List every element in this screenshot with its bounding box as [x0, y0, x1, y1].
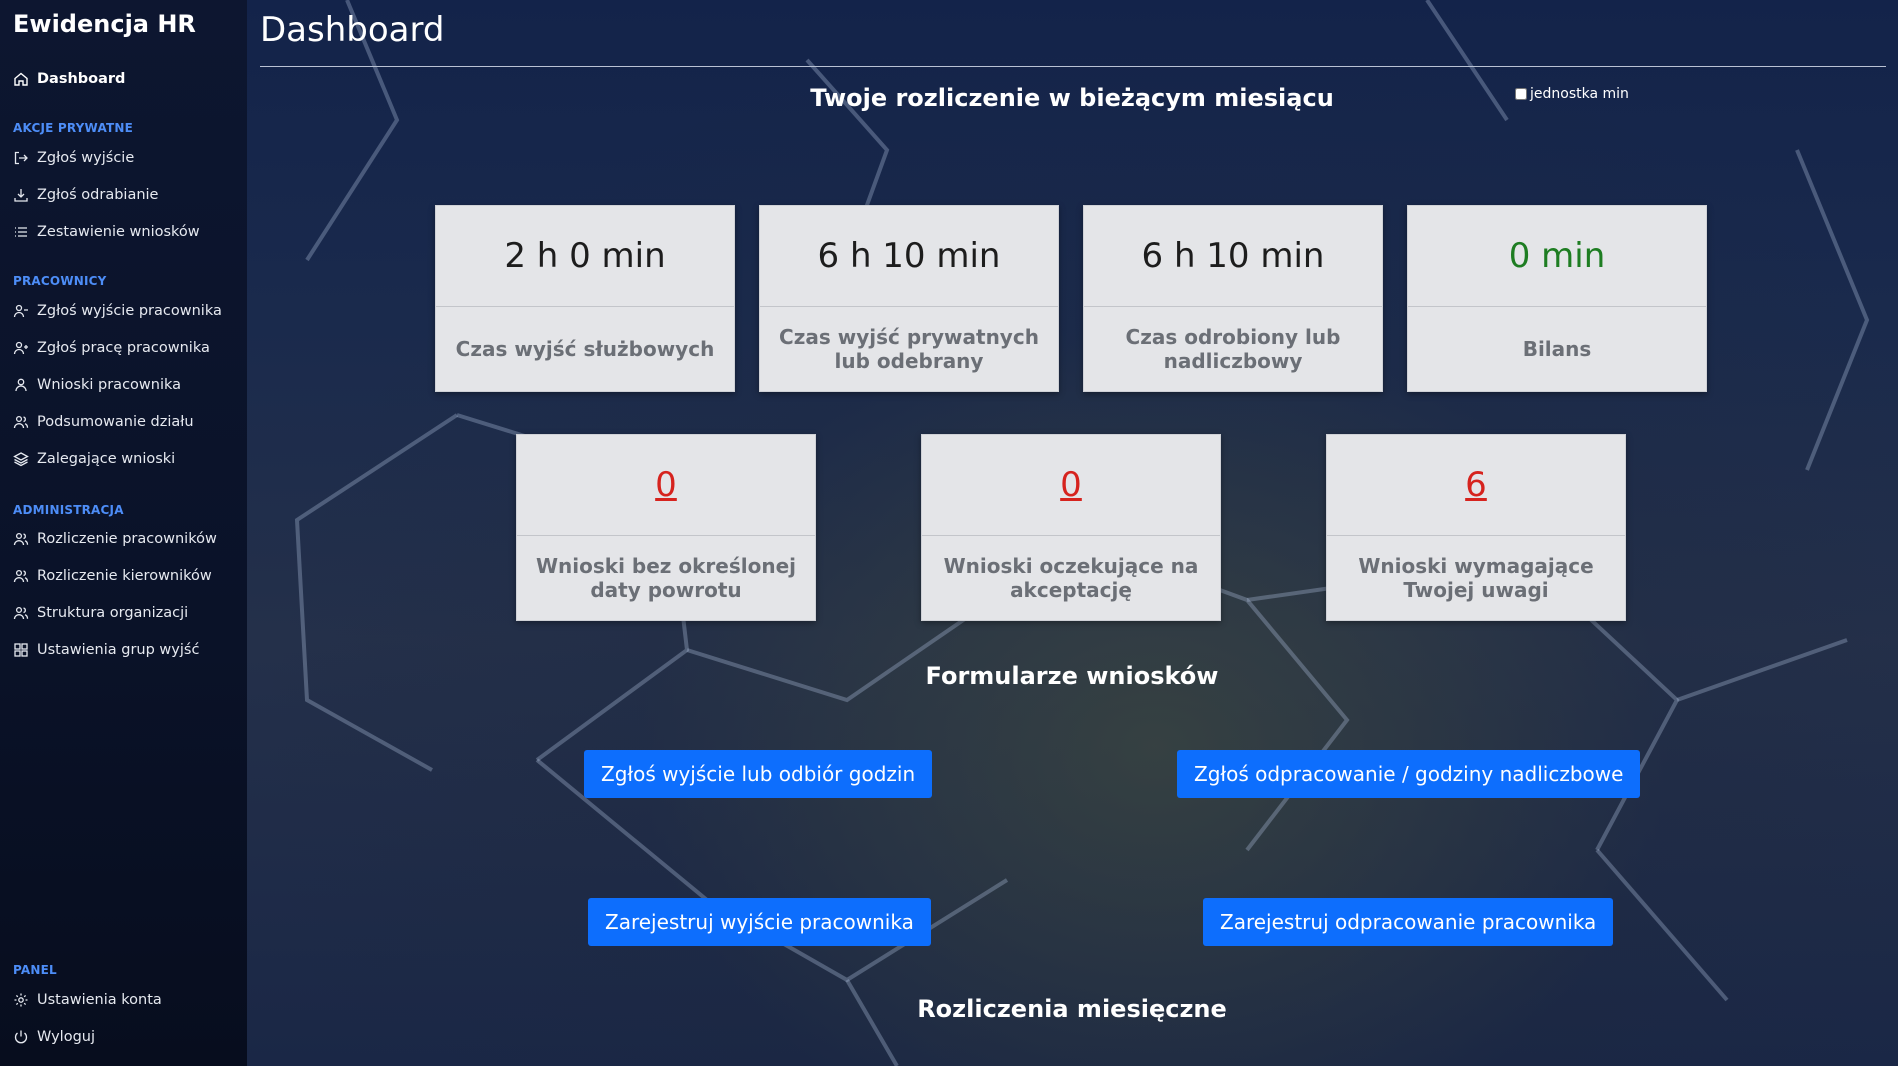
users-icon — [13, 606, 29, 620]
card-value: 2 h 0 min — [436, 206, 734, 307]
sidebar-item-report-exit[interactable]: Zgłoś wyjście — [13, 150, 134, 166]
sidebar-item-label: Wyloguj — [37, 1029, 95, 1045]
gear-icon — [14, 993, 28, 1007]
users-icon — [13, 415, 29, 429]
users-icon — [13, 532, 29, 546]
sidebar-item-label: Zgłoś odrabianie — [37, 187, 159, 203]
user-plus-icon — [13, 341, 28, 355]
sidebar-item-label: Dashboard — [37, 71, 126, 87]
sidebar-item-label: Zalegające wnioski — [37, 451, 176, 467]
main-content: Dashboard Twoje rozliczenie w bieżącym m… — [247, 0, 1898, 1066]
summary-card-private-exits: 6 h 10 min Czas wyjść prywatnych lub ode… — [759, 205, 1059, 392]
sidebar: Ewidencja HR Dashboard AKCJE PRYWATNE Zg… — [0, 0, 247, 1066]
list-icon — [15, 227, 27, 237]
section-label-admin: ADMINISTRACJA — [13, 503, 124, 517]
sidebar-item-requests-summary[interactable]: Zestawienie wniosków — [13, 224, 200, 240]
sidebar-item-dashboard[interactable]: Dashboard — [13, 71, 125, 87]
sidebar-item-label: Ustawienia grup wyjść — [37, 642, 200, 658]
sidebar-item-manager-settlements[interactable]: Rozliczenie kierowników — [13, 568, 212, 584]
summary-card-overtime: 6 h 10 min Czas odrobiony lub nadliczbow… — [1083, 205, 1383, 392]
card-value: 0 min — [1408, 206, 1706, 307]
sidebar-item-label: Zgłoś pracę pracownika — [37, 340, 210, 356]
sidebar-item-account-settings[interactable]: Ustawienia konta — [13, 992, 162, 1008]
sidebar-item-report-employee-exit[interactable]: Zgłoś wyjście pracownika — [13, 303, 222, 319]
sidebar-item-label: Ustawienia konta — [37, 992, 162, 1008]
sidebar-item-label: Rozliczenie kierowników — [37, 568, 212, 584]
card-label: Bilans — [1522, 337, 1592, 361]
home-icon — [14, 72, 28, 86]
card-label: Wnioski bez określonej daty powrotu — [535, 554, 797, 602]
unit-checkbox[interactable] — [1515, 88, 1527, 100]
sidebar-item-label: Zgłoś wyjście — [37, 150, 135, 166]
sidebar-item-label: Rozliczenie pracowników — [37, 531, 217, 547]
sidebar-item-label: Podsumowanie działu — [37, 414, 194, 430]
sidebar-item-label: Zestawienie wniosków — [37, 224, 200, 240]
unit-toggle[interactable]: jednostka min — [1515, 86, 1629, 102]
layers-icon — [13, 452, 29, 467]
card-label: Wnioski oczekujące na akceptację — [943, 554, 1199, 602]
sidebar-item-logout[interactable]: Wyloguj — [13, 1029, 95, 1045]
summary-card-balance: 0 min Bilans — [1407, 205, 1707, 392]
card-value: 0 — [517, 435, 815, 536]
count-link[interactable]: 0 — [655, 465, 677, 505]
card-value: 6 — [1327, 435, 1625, 536]
count-link[interactable]: 0 — [1060, 465, 1082, 505]
report-exit-button[interactable]: Zgłoś wyjście lub odbiór godzin — [584, 750, 933, 798]
request-card-awaiting-acceptance: 0 Wnioski oczekujące na akceptację — [921, 434, 1221, 621]
card-value: 0 — [922, 435, 1220, 536]
request-card-no-return-date: 0 Wnioski bez określonej daty powrotu — [516, 434, 816, 621]
sidebar-item-report-employee-work[interactable]: Zgłoś pracę pracownika — [13, 340, 210, 356]
page-title: Dashboard — [260, 10, 445, 50]
section-label-panel: PANEL — [13, 963, 57, 977]
exit-icon — [14, 151, 28, 165]
card-value: 6 h 10 min — [760, 206, 1058, 307]
card-label: Czas wyjść prywatnych lub odebrany — [779, 325, 1039, 373]
card-label: Wnioski wymagające Twojej uwagi — [1358, 554, 1594, 602]
user-minus-icon — [13, 304, 28, 318]
users-icon — [13, 569, 29, 583]
card-value: 6 h 10 min — [1084, 206, 1382, 307]
grid-icon — [14, 643, 28, 657]
card-label: Czas wyjść służbowych — [455, 337, 715, 361]
sidebar-item-exit-group-settings[interactable]: Ustawienia grup wyjść — [13, 642, 199, 658]
unit-toggle-label: jednostka min — [1530, 86, 1629, 102]
download-icon — [14, 189, 28, 202]
forms-heading: Formularze wniosków — [925, 662, 1219, 690]
register-employee-exit-button[interactable]: Zarejestruj wyjście pracownika — [588, 898, 931, 946]
register-employee-work-button[interactable]: Zarejestruj odpracowanie pracownika — [1203, 898, 1614, 946]
title-divider — [260, 66, 1886, 67]
section-label-private: AKCJE PRYWATNE — [13, 121, 134, 135]
monthly-heading: Rozliczenia miesięczne — [917, 995, 1227, 1023]
power-icon — [14, 1030, 28, 1044]
summary-heading: Twoje rozliczenie w bieżącym miesiącu — [810, 84, 1334, 112]
sidebar-item-pending-requests[interactable]: Zalegające wnioski — [13, 451, 175, 467]
request-card-requires-attention: 6 Wnioski wymagające Twojej uwagi — [1326, 434, 1626, 621]
app-brand[interactable]: Ewidencja HR — [13, 10, 196, 38]
card-label: Czas odrobiony lub nadliczbowy — [1125, 325, 1341, 373]
sidebar-item-org-structure[interactable]: Struktura organizacji — [13, 605, 188, 621]
sidebar-item-department-summary[interactable]: Podsumowanie działu — [13, 414, 194, 430]
sidebar-item-employee-settlements[interactable]: Rozliczenie pracowników — [13, 531, 217, 547]
sidebar-item-label: Struktura organizacji — [37, 605, 189, 621]
summary-card-business-exits: 2 h 0 min Czas wyjść służbowych — [435, 205, 735, 392]
sidebar-item-employee-requests[interactable]: Wnioski pracownika — [13, 377, 181, 393]
user-icon — [15, 378, 27, 392]
sidebar-item-label: Zgłoś wyjście pracownika — [37, 303, 222, 319]
report-overtime-button[interactable]: Zgłoś odpracowanie / godziny nadliczbowe — [1177, 750, 1641, 798]
sidebar-item-label: Wnioski pracownika — [37, 377, 182, 393]
count-link[interactable]: 6 — [1465, 465, 1487, 505]
section-label-employees: PRACOWNICY — [13, 274, 107, 288]
sidebar-item-report-makeup[interactable]: Zgłoś odrabianie — [13, 187, 158, 203]
